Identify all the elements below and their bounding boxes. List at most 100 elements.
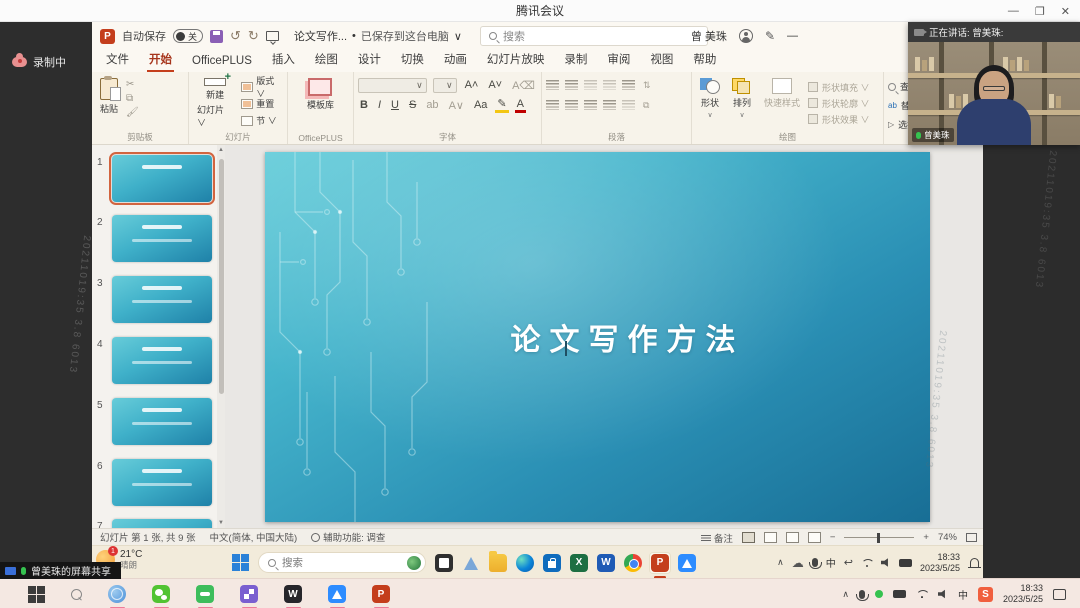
text-shadow-button[interactable]: ab [424,99,440,111]
bullets-icon[interactable] [546,80,559,90]
new-slide-button[interactable]: 新建 幻灯片 ∨ [193,76,237,131]
slideshow-view-button[interactable] [808,532,821,543]
host-wps-item[interactable]: W [284,585,302,603]
char-spacing-button[interactable]: A∨ [447,99,466,112]
tab-draw[interactable]: 绘图 [305,48,348,72]
tab-home[interactable]: 开始 [139,48,182,72]
format-painter-icon[interactable]: 🖌 [126,107,139,118]
accessibility-status[interactable]: 辅助功能: 调查 [311,530,385,544]
decrease-indent-icon[interactable] [584,80,597,90]
host-browser-item[interactable] [108,585,126,603]
screen-share-banner[interactable]: 曾美珠的屏幕共享 [0,562,121,579]
notes-button[interactable]: 备注 [701,531,733,545]
tab-view[interactable]: 视图 [640,48,683,72]
speaker-video-overlay[interactable]: 正在讲话: 曾美珠: 曾美珠 [908,22,1080,145]
file-explorer-icon[interactable] [489,554,507,572]
host-powerpoint-item[interactable]: P [372,585,390,603]
cut-icon[interactable]: ✂ [126,79,139,90]
reset-button[interactable]: 重置 [241,96,283,111]
clear-format-button[interactable]: A⌫ [510,79,537,92]
shrink-font-button[interactable]: A˅ [486,79,504,91]
shapes-button[interactable]: 形状 ∨ [696,76,724,131]
smartart-icon[interactable]: ⧉ [641,100,651,111]
scroll-down-icon[interactable]: ▼ [217,520,225,526]
shape-effects-button[interactable]: 形状效果 ∨ [808,112,870,126]
microsoft-store-icon[interactable] [543,554,561,572]
redo-icon[interactable]: ↻ [248,28,259,44]
onedrive-cloud-icon[interactable]: ☁ [792,556,804,570]
slide-thumbnail-5[interactable] [112,398,212,445]
host-meeting-item[interactable] [328,585,346,603]
numbering-icon[interactable] [565,80,578,90]
microphone-tray-icon[interactable] [859,590,865,599]
start-button[interactable] [232,554,249,571]
copy-icon[interactable]: ⧉ [126,93,139,104]
undo-icon[interactable]: ↺ [230,28,241,44]
hidden-icons-caret[interactable]: ∧ [842,589,849,600]
language-indicator[interactable]: 中文(简体, 中国大陆) [210,530,298,544]
align-left-icon[interactable] [546,100,559,110]
font-color-button[interactable]: A [515,98,526,113]
change-case-button[interactable]: Aa [472,99,489,111]
normal-view-button[interactable] [742,532,755,543]
slide-thumbnail-6[interactable] [112,459,212,506]
volume-icon[interactable] [938,589,948,599]
italic-button[interactable]: I [376,99,383,111]
font-size-combo[interactable]: ∨ [433,78,457,93]
tab-transitions[interactable]: 切换 [391,48,434,72]
tray-arrow-icon[interactable]: ↩ [844,556,853,569]
tab-file[interactable]: 文件 [96,48,139,72]
tab-animations[interactable]: 动画 [434,48,477,72]
shape-outline-button[interactable]: 形状轮廓 ∨ [808,96,870,110]
word-icon[interactable]: W [597,554,615,572]
tab-slideshow[interactable]: 幻灯片放映 [477,48,555,72]
zoom-out-button[interactable]: − [830,532,836,543]
tab-review[interactable]: 审阅 [597,48,640,72]
zoom-in-button[interactable]: + [923,532,929,543]
zoom-level[interactable]: 74% [938,532,957,543]
taskbar-search[interactable]: 搜索 [258,552,426,573]
columns-icon[interactable] [622,100,635,110]
strikethrough-button[interactable]: S [407,99,418,111]
line-spacing-icon[interactable] [622,80,635,90]
quick-styles-button[interactable]: 快速样式 [760,76,804,131]
bold-button[interactable]: B [358,99,370,111]
excel-icon[interactable]: X [570,554,588,572]
section-button[interactable]: 节 ∨ [241,113,283,128]
minimize-button[interactable]: — [1008,5,1019,17]
slide-thumbnail-3[interactable] [112,276,212,323]
wifi-icon[interactable] [916,590,928,598]
fit-slide-button[interactable] [966,533,977,542]
thumbnail-scrollbar[interactable]: ▲ ▼ [217,145,225,528]
text-direction-icon[interactable]: ⇅ [641,80,653,91]
tab-record[interactable]: 录制 [554,48,597,72]
shape-fill-button[interactable]: 形状填充 ∨ [808,80,870,94]
close-button[interactable]: ✕ [1061,5,1070,18]
grow-font-button[interactable]: A˄ [463,79,481,91]
account-icon[interactable] [739,29,753,43]
search-input[interactable]: 搜索 [480,26,708,46]
align-center-icon[interactable] [565,100,578,110]
battery-icon[interactable] [899,559,912,567]
notification-bell-icon[interactable] [970,558,979,567]
align-right-icon[interactable] [584,100,597,110]
account-name[interactable]: 曾 美珠 [691,28,727,44]
tencent-meeting-icon[interactable] [678,554,696,572]
task-view-button[interactable] [435,554,453,572]
start-presentation-icon[interactable] [266,31,279,41]
tab-help[interactable]: 帮助 [683,48,726,72]
ribbon-minimize-icon[interactable]: — [787,30,798,42]
increase-indent-icon[interactable] [603,80,616,90]
host-start-button[interactable] [28,586,45,603]
zoom-slider[interactable] [844,537,914,539]
microphone-tray-icon[interactable] [812,558,818,567]
volume-icon[interactable] [881,558,891,568]
hidden-icons-caret[interactable]: ∧ [777,557,784,568]
edge-browser-icon[interactable] [516,554,534,572]
template-library-button[interactable]: 模板库 [303,76,338,131]
underline-button[interactable]: U [389,99,401,111]
arrange-button[interactable]: 排列 ∨ [728,76,756,131]
reading-view-button[interactable] [786,532,799,543]
slide-sorter-view-button[interactable] [764,532,777,543]
current-slide[interactable]: 论文写作方法 [265,152,930,522]
